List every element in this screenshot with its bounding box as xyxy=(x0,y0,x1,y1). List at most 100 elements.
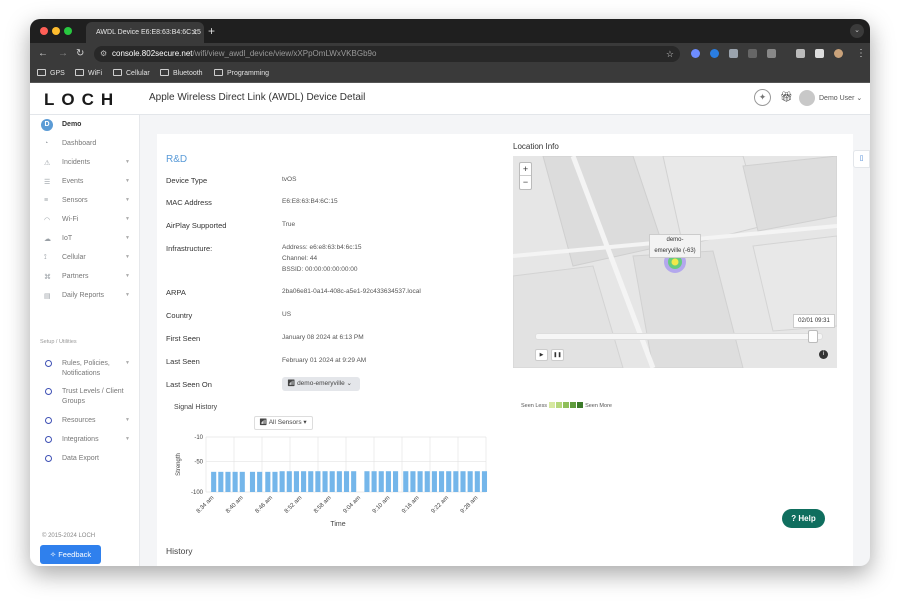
back-icon[interactable]: ← xyxy=(38,47,48,61)
bookmark-label: Bluetooth xyxy=(173,70,203,77)
bookmark-cellular[interactable]: Cellular xyxy=(113,68,150,80)
sidebar-item-label: Integrations xyxy=(62,436,99,443)
time-slider-thumb[interactable] xyxy=(808,330,818,343)
signal-bar xyxy=(329,471,335,492)
chevron-down-icon: ▼ xyxy=(125,417,130,423)
user-menu[interactable]: Demo User ⌄ xyxy=(819,94,862,102)
sidebar-item-dashboard[interactable]: ◔ Dashboard xyxy=(30,135,140,154)
bookmark-wifi[interactable]: WiFi xyxy=(75,68,102,80)
sidebar-item-label: Partners xyxy=(62,273,89,280)
x-tick-label: 8:40 am xyxy=(225,495,245,515)
field-label: Last Seen On xyxy=(166,380,212,389)
sidebar-item-label: Daily Reports xyxy=(62,292,105,299)
field-label: Country xyxy=(166,311,193,320)
feedback-button[interactable]: ✧ Feedback xyxy=(40,545,101,564)
sidebar-item-label: Resources xyxy=(62,417,96,424)
bookmark-programming[interactable]: Programming xyxy=(214,68,269,80)
sidebar-item-wi-fi[interactable]: ◠ Wi-Fi ▼ xyxy=(30,211,140,230)
side-panel-toggle-icon[interactable]: ▯ xyxy=(853,150,870,168)
bookmark-star-icon[interactable]: ☆ xyxy=(666,46,674,62)
play-button[interactable]: ▶ xyxy=(535,349,548,361)
sidebar-item-cellular[interactable]: ⟟ Cellular ▼ xyxy=(30,249,140,268)
field-label: MAC Address xyxy=(166,198,212,207)
time-slider[interactable] xyxy=(535,330,823,343)
bookmark-bluetooth[interactable]: Bluetooth xyxy=(160,68,203,80)
tab-search-icon[interactable]: ⌄ xyxy=(850,24,864,38)
url-input[interactable]: ⚙ console.802secure.net/wifi/view_awdl_d… xyxy=(94,46,680,62)
reload-icon[interactable]: ↻ xyxy=(76,47,84,61)
field-label: Device Type xyxy=(166,176,208,185)
field-value: 2ba06e81-0a14-408c-a5e1-92c433634537.loc… xyxy=(282,288,421,295)
side-panel-icon[interactable] xyxy=(815,49,824,58)
location-map[interactable]: + − demo- emeryville (-63) 02/01 09:31 ▶… xyxy=(513,156,837,368)
setup-utilities-heading: Setup / Utilities xyxy=(40,339,77,345)
browser-menu-icon[interactable]: ⋮ xyxy=(856,47,866,61)
avatar[interactable] xyxy=(799,90,815,106)
site-settings-icon[interactable]: ⚙ xyxy=(100,46,107,62)
extensions-puzzle-icon[interactable] xyxy=(767,49,776,58)
chevron-down-icon: ▼ xyxy=(125,436,130,442)
info-icon[interactable]: i xyxy=(819,350,828,359)
x-tick-label: 8:34 am xyxy=(196,495,216,515)
folder-icon xyxy=(160,69,169,76)
field-value: January 08 2024 at 6:13 PM xyxy=(282,334,364,341)
sidebar-utility-rules-policies[interactable]: Rules, Policies, Notifications ▼ xyxy=(30,355,140,381)
signal-bar xyxy=(257,471,263,492)
signal-bar xyxy=(474,471,480,492)
warning-icon: ⚠ xyxy=(44,160,51,167)
profile-icon[interactable] xyxy=(834,49,843,58)
minimize-window-button[interactable] xyxy=(52,27,60,35)
extension-3-icon[interactable] xyxy=(729,49,738,58)
x-tick-label: 9:22 am xyxy=(431,495,451,515)
signal-bar xyxy=(286,471,292,492)
zoom-in-button[interactable]: + xyxy=(520,163,531,176)
sidebar-item-label: Data Export xyxy=(62,455,99,462)
download-icon[interactable] xyxy=(796,49,805,58)
sidebar-item-events[interactable]: ☰ Events ▼ xyxy=(30,173,140,192)
sidebar-item-partners[interactable]: ⌘ Partners ▼ xyxy=(30,268,140,287)
sidebar-item-incidents[interactable]: ⚠ Incidents ▼ xyxy=(30,154,140,173)
lightbulb-icon[interactable]: ✦ xyxy=(754,89,771,106)
zoom-out-button[interactable]: − xyxy=(520,176,531,189)
sidebar-item-label: Rules, Policies, Notifications xyxy=(62,360,110,377)
extension-4-icon[interactable] xyxy=(748,49,757,58)
close-tab-icon[interactable]: ✕ xyxy=(191,22,198,43)
bookmark-gps[interactable]: GPS xyxy=(37,68,65,80)
org-badge[interactable]: D xyxy=(41,119,53,131)
chevron-down-icon: ▼ xyxy=(125,159,130,165)
extension-1-icon[interactable] xyxy=(691,49,700,58)
zoom-control: + − xyxy=(519,162,532,190)
legend-swatch xyxy=(555,402,562,408)
copyright: © 2015-2024 LOCH xyxy=(42,533,96,539)
sidebar-utility-resources[interactable]: Resources ▼ xyxy=(30,412,140,431)
sensor-select[interactable]: 📶︎ All Sensors ▾ xyxy=(254,416,313,430)
close-window-button[interactable] xyxy=(40,27,48,35)
browser-tab[interactable]: AWDL Device E6:E8:63:B4:6C:15 ✕ xyxy=(86,22,204,43)
maximize-window-button[interactable] xyxy=(64,27,72,35)
x-tick-label: 9:16 am xyxy=(401,495,421,515)
sidebar-utility-integrations[interactable]: Integrations ▼ xyxy=(30,431,140,450)
location-info-title: Location Info xyxy=(513,142,559,151)
forward-icon[interactable]: → xyxy=(58,47,68,61)
org-name[interactable]: Demo xyxy=(62,121,81,128)
extension-2-icon[interactable] xyxy=(710,49,719,58)
last-seen-on-chip[interactable]: 📶︎ demo-emeryville ⌄ xyxy=(282,377,360,391)
sidebar-item-daily-reports[interactable]: ▤ Daily Reports ▼ xyxy=(30,287,140,306)
signal-bar xyxy=(343,471,350,492)
loch-logo[interactable]: LOCH xyxy=(44,90,120,110)
history-title: History xyxy=(166,546,193,556)
field-value: True xyxy=(282,221,296,228)
title-bar: AWDL Device E6:E8:63:B4:6C:15 ✕ + ⌄ xyxy=(30,19,870,43)
sidebar-item-iot[interactable]: ☁ IoT ▼ xyxy=(30,230,140,249)
new-tab-icon[interactable]: + xyxy=(208,22,215,40)
sidebar-utility-trust-levels-client[interactable]: Trust Levels / Client Groups xyxy=(30,383,140,409)
pause-button[interactable]: ❚❚ xyxy=(551,349,564,361)
sidebar-utility-data-export[interactable]: Data Export xyxy=(30,450,140,469)
signal-bar xyxy=(232,471,238,492)
help-button[interactable]: ? Help xyxy=(782,509,825,528)
device-detail-content: R&D Device Type tvOS MAC Address E6:E8:63:B… xyxy=(157,134,853,566)
sidebar-item-sensors[interactable]: ≡ Sensors ▼ xyxy=(30,192,140,211)
gift-icon[interactable]: 🎁︎ xyxy=(780,92,793,103)
bookmark-label: Cellular xyxy=(126,70,150,77)
chevron-down-icon: ▼ xyxy=(125,178,130,184)
